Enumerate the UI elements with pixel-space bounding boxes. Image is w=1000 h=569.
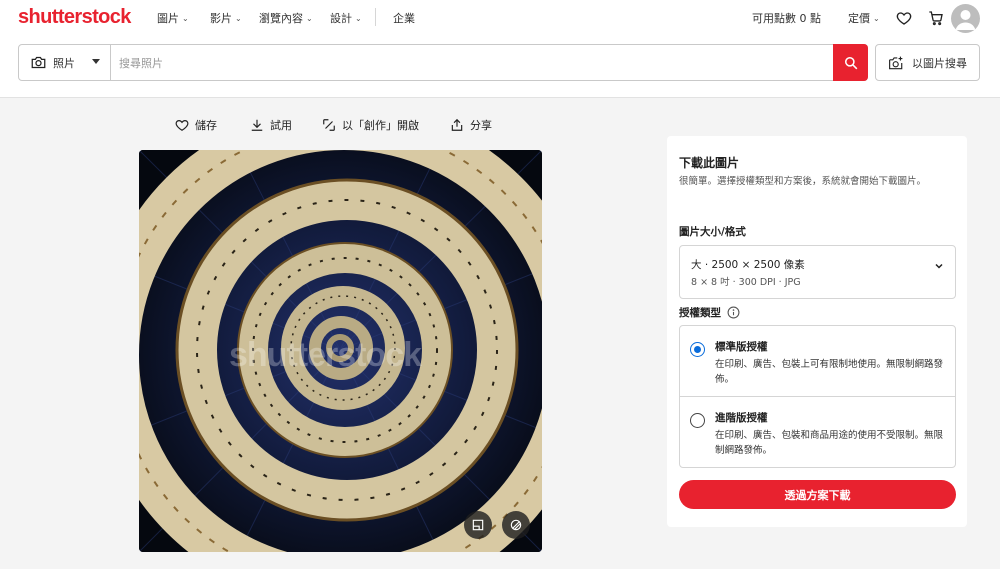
enhanced-license-name: 進階版授權: [715, 412, 768, 424]
chevron-down-icon: ⌄: [355, 13, 362, 23]
visual-search-icon: [510, 519, 522, 531]
nav-browse-label: 瀏覽內容: [259, 12, 303, 25]
media-type-select[interactable]: 照片: [19, 45, 111, 80]
nav-browse[interactable]: 瀏覽內容 ⌄: [259, 10, 313, 26]
download-icon: [251, 119, 263, 131]
share-button[interactable]: 分享: [450, 117, 492, 133]
cart-icon: [929, 11, 943, 26]
standard-license-name: 標準版授權: [715, 341, 768, 353]
chevron-down-icon: ⌄: [873, 13, 880, 23]
nav-divider: [375, 8, 376, 26]
heart-icon: [175, 120, 189, 131]
media-type-label: 照片: [53, 56, 75, 70]
size-format-text: 圖片大小/格式: [679, 226, 746, 238]
license-options: 標準版授權 在印刷、廣告、包裝上可有限制地使用。無限制網路發佈。 進階版授權 在…: [679, 325, 956, 468]
image-search-button[interactable]: 以圖片搜尋: [875, 44, 980, 81]
chevron-down-icon: ⌄: [235, 13, 242, 23]
try-button[interactable]: 試用: [250, 117, 292, 133]
nav-design-label: 設計: [330, 12, 352, 25]
size-spec-value: 8 × 8 吋 · 300 DPI · JPG: [691, 277, 801, 288]
camera-icon: [31, 56, 46, 69]
license-type-label: 授權類型: [679, 305, 740, 320]
license-type-text: 授權類型: [679, 307, 721, 319]
caret-down-icon: [92, 59, 100, 64]
share-icon: [451, 118, 463, 131]
enhanced-license-desc: 在印刷、廣告、包裝和商品用途的使用不受限制。無限制網路發佈。: [715, 430, 944, 456]
info-icon[interactable]: [727, 306, 740, 319]
cart-button[interactable]: [925, 7, 947, 29]
crop-icon: [472, 519, 484, 531]
share-label: 分享: [470, 119, 492, 132]
chevron-down-icon: [935, 263, 943, 269]
enhanced-license-radio[interactable]: [690, 413, 705, 428]
credits-link[interactable]: 可用點數 0 點: [752, 10, 821, 26]
chevron-down-icon: ⌄: [306, 13, 313, 23]
image-search-icon: [889, 56, 903, 69]
nav-videos[interactable]: 影片 ⌄: [210, 10, 242, 26]
edit-icon: [323, 119, 335, 131]
download-panel: 下載此圖片 很簡單。選擇授權類型和方案後，系統就會開始下載圖片。 圖片大小/格式…: [667, 136, 967, 527]
open-in-create-button[interactable]: 以「創作」開啟: [322, 117, 419, 133]
save-label: 儲存: [195, 119, 217, 132]
watermark: shutterstock: [229, 336, 422, 374]
pricing-menu[interactable]: 定價 ⌄: [848, 10, 880, 26]
panel-title: 下載此圖片: [679, 156, 740, 170]
try-label: 試用: [270, 119, 292, 132]
image-search-label: 以圖片搜尋: [912, 56, 967, 70]
nav-videos-label: 影片: [210, 12, 232, 25]
save-button[interactable]: 儲存: [175, 117, 217, 133]
standard-license-desc: 在印刷、廣告、包裝上可有限制地使用。無限制網路發佈。: [715, 359, 944, 385]
pricing-label: 定價: [848, 12, 870, 25]
search-bar-row: 照片 以圖片搜尋: [0, 36, 1000, 98]
top-navigation: shutterstock 圖片 ⌄ 影片 ⌄ 瀏覽內容 ⌄ 設計 ⌄ 企業 可用點數 0…: [0, 0, 1000, 36]
search-icon: [844, 56, 857, 69]
license-divider: [680, 396, 955, 397]
standard-license-radio[interactable]: [690, 342, 705, 357]
search-input[interactable]: [119, 53, 819, 73]
crop-tool-button[interactable]: [464, 511, 492, 539]
download-with-plan-button[interactable]: 透過方案下載: [679, 480, 956, 509]
panel-subtitle: 很簡單。選擇授權類型和方案後，系統就會開始下載圖片。: [679, 176, 927, 187]
size-main-value: 大 · 2500 × 2500 像素: [691, 259, 805, 271]
visual-search-button[interactable]: [502, 511, 530, 539]
size-format-select[interactable]: 大 · 2500 × 2500 像素 8 × 8 吋 · 300 DPI · J…: [679, 245, 956, 299]
open-in-create-label: 以「創作」開啟: [342, 119, 419, 132]
size-format-label: 圖片大小/格式: [679, 224, 746, 239]
search-box: 照片: [18, 44, 868, 81]
user-avatar-icon[interactable]: [951, 4, 980, 33]
nav-images[interactable]: 圖片 ⌄: [157, 10, 189, 26]
nav-images-label: 圖片: [157, 12, 179, 25]
user-silhouette: [955, 10, 976, 30]
shutterstock-logo[interactable]: shutterstock: [18, 6, 131, 29]
favorites-button[interactable]: [893, 7, 915, 29]
nav-design[interactable]: 設計 ⌄: [330, 10, 362, 26]
search-button[interactable]: [833, 44, 868, 81]
heart-icon: [896, 12, 912, 25]
main-image[interactable]: shutterstock: [139, 150, 542, 552]
nav-enterprise[interactable]: 企業: [393, 10, 415, 26]
chevron-down-icon: ⌄: [182, 13, 189, 23]
